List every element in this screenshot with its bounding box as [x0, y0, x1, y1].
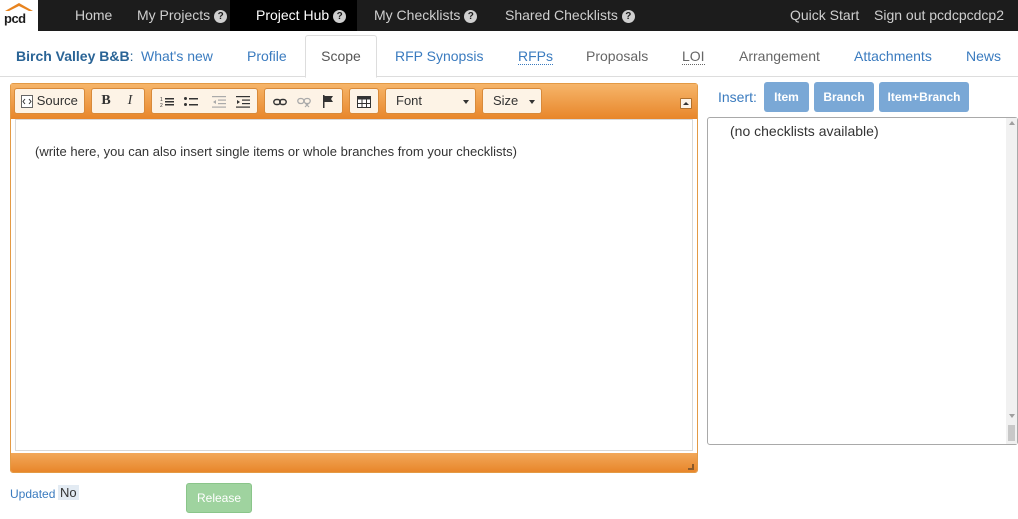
format-group: B I — [91, 88, 145, 114]
indent-icon — [236, 95, 250, 108]
unlink-button[interactable] — [292, 89, 316, 113]
chevron-down-icon — [463, 100, 469, 104]
nav-my-checklists[interactable]: My Checklists? — [374, 0, 478, 31]
nav-home[interactable]: Home — [75, 0, 112, 31]
nav-quick-start[interactable]: Quick Start — [790, 0, 859, 31]
tab-attachments[interactable]: Attachments — [854, 48, 932, 64]
tab-arrangement[interactable]: Arrangement — [739, 48, 820, 64]
project-tabs: Birch Valley B&B: What's new Profile Sco… — [0, 31, 1018, 78]
table-icon — [357, 95, 371, 108]
help-icon[interactable]: ? — [464, 10, 478, 23]
font-dropdown[interactable]: Font — [385, 88, 476, 114]
unlink-icon — [297, 97, 311, 107]
numbered-list-button[interactable]: 12 — [155, 89, 179, 113]
numbered-list-icon: 12 — [160, 97, 174, 109]
anchor-flag-icon — [323, 95, 333, 109]
pcd-logo[interactable]: pcd — [0, 0, 38, 31]
editor-content-area[interactable]: (write here, you can also insert single … — [15, 119, 693, 451]
tab-loi[interactable]: LOI — [682, 48, 705, 65]
scroll-up-icon[interactable] — [1009, 121, 1015, 125]
help-icon[interactable]: ? — [333, 10, 347, 23]
source-group: Source — [14, 88, 85, 114]
resize-grip-icon[interactable] — [1008, 425, 1015, 441]
list-scrollbar[interactable] — [1006, 118, 1017, 444]
bulleted-list-button[interactable] — [179, 89, 203, 113]
help-icon[interactable]: ? — [621, 10, 635, 23]
source-icon — [21, 95, 34, 109]
tab-rfps[interactable]: RFPs — [518, 48, 553, 65]
updated-status: No — [58, 485, 79, 500]
list-group: 12 — [151, 88, 258, 114]
editor-status-bar — [11, 453, 697, 472]
svg-text:2: 2 — [160, 103, 163, 108]
table-button[interactable] — [352, 89, 376, 113]
collapse-toolbar-icon[interactable] — [680, 98, 692, 109]
outdent-button[interactable] — [207, 89, 231, 113]
link-icon — [273, 98, 287, 105]
nav-shared-checklists[interactable]: Shared Checklists? — [505, 0, 635, 31]
nav-sign-out[interactable]: Sign out pcdcpcdcp2 — [874, 0, 1004, 31]
tab-proposals[interactable]: Proposals — [586, 48, 648, 64]
size-dropdown[interactable]: Size — [482, 88, 542, 114]
release-button[interactable]: Release — [186, 483, 252, 513]
editor-toolbar: Source B I 12 Font Size — [11, 84, 697, 119]
tab-scope[interactable]: Scope — [305, 35, 377, 78]
checklist-list[interactable]: (no checklists available) — [707, 117, 1018, 445]
updated-label: Updated — [10, 487, 56, 501]
logo-text: pcd — [4, 11, 26, 26]
project-name: Birch Valley B&B: — [16, 48, 134, 64]
bulleted-list-icon — [184, 96, 198, 106]
nav-my-projects[interactable]: My Projects? — [137, 0, 228, 31]
whats-new-link[interactable]: What's new — [141, 48, 213, 64]
link-group — [264, 88, 343, 114]
insert-label: Insert: — [718, 89, 757, 105]
tab-rfp-synopsis[interactable]: RFP Synopsis — [395, 48, 483, 64]
italic-button[interactable]: I — [118, 89, 142, 113]
resize-handle-icon[interactable] — [688, 464, 694, 470]
source-button[interactable]: Source — [15, 89, 84, 113]
link-button[interactable] — [268, 89, 292, 113]
help-icon[interactable]: ? — [214, 10, 228, 23]
scope-editor: Source B I 12 Font Size (write here, you… — [10, 83, 698, 473]
chevron-down-icon — [529, 100, 535, 104]
insert-item-button[interactable]: Item — [764, 82, 809, 112]
indent-button[interactable] — [231, 89, 255, 113]
outdent-icon — [212, 95, 226, 108]
nav-project-hub[interactable]: Project Hub? — [230, 0, 357, 31]
scroll-down-icon[interactable] — [1009, 414, 1015, 418]
no-checklists-message: (no checklists available) — [730, 123, 879, 139]
insert-item-branch-button[interactable]: Item+Branch — [879, 82, 969, 112]
anchor-button[interactable] — [316, 89, 340, 113]
tab-profile[interactable]: Profile — [247, 48, 287, 64]
insert-branch-button[interactable]: Branch — [814, 82, 874, 112]
bold-button[interactable]: B — [94, 89, 118, 113]
tab-news[interactable]: News — [966, 48, 1001, 64]
table-group — [349, 88, 379, 114]
top-nav-bar: pcd Home My Projects? Project Hub? My Ch… — [0, 0, 1018, 31]
editor-placeholder-text: (write here, you can also insert single … — [35, 144, 517, 159]
